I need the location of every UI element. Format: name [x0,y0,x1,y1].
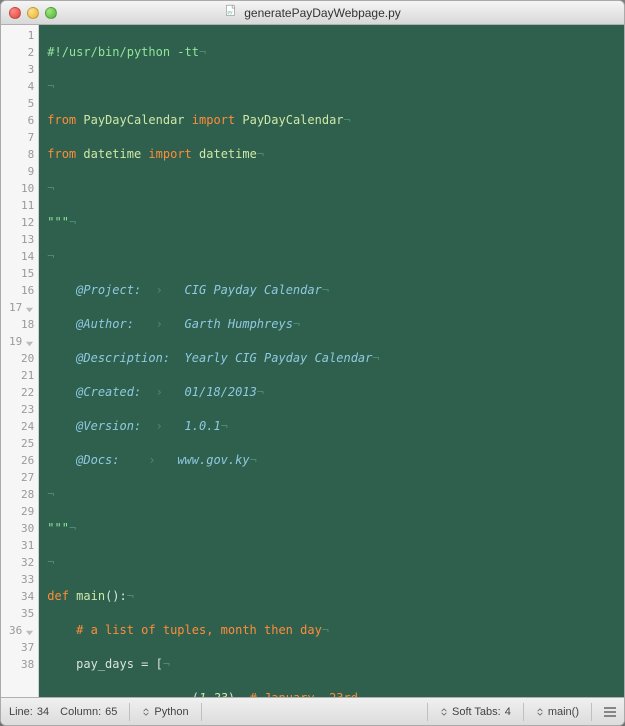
close-button[interactable] [9,7,21,19]
softtabs-selector[interactable]: Soft Tabs: 4 [440,706,511,718]
menu-icon [604,707,616,717]
editor-area: 1 2 3 4 5 6 7 8 9 10 11 12 13 14 15 16 1… [1,25,624,697]
traffic-lights [9,7,57,19]
chevron-updown-icon [440,708,448,716]
language-selector[interactable]: Python [142,706,188,718]
window-title: generatePayDayWebpage.py [244,6,401,20]
chevron-updown-icon [536,708,544,716]
line-number-gutter[interactable]: 1 2 3 4 5 6 7 8 9 10 11 12 13 14 15 16 1… [1,25,39,697]
titlebar[interactable]: py generatePayDayWebpage.py [1,1,624,25]
status-line-col[interactable]: Line: 34 Column: 65 [9,706,117,718]
file-icon: py [224,4,238,21]
fold-icon[interactable] [25,626,34,635]
fold-icon[interactable] [25,337,34,346]
svg-text:py: py [228,9,234,14]
chevron-updown-icon [142,708,150,716]
symbol-selector[interactable]: main() [536,706,579,718]
editor-window: py generatePayDayWebpage.py 1 2 3 4 5 6 … [0,0,625,726]
zoom-button[interactable] [45,7,57,19]
fold-icon[interactable] [25,303,34,312]
menu-button[interactable] [604,707,616,717]
status-bar: Line: 34 Column: 65 Python Soft Tabs: 4 … [1,697,624,725]
code-panel[interactable]: #!/usr/bin/python -tt¬ ¬ from PayDayCale… [39,25,624,697]
minimize-button[interactable] [27,7,39,19]
